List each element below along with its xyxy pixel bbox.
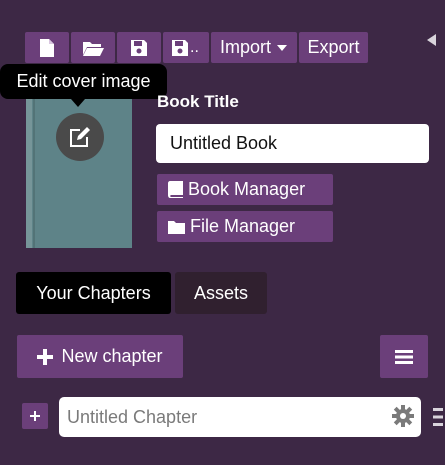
cover-spine-line [33,88,35,248]
book-title-label: Book Title [157,92,239,111]
chapters-menu-button[interactable] [380,335,428,378]
save-as-button[interactable]: .. [163,32,209,63]
edit-cover-tooltip: Edit cover image [0,64,167,99]
plus-icon [30,411,40,421]
import-label: Import [219,37,271,57]
cover-spine [26,88,32,248]
file-manager-label: File Manager [190,216,296,236]
book-icon [168,181,183,198]
book-cover[interactable] [26,88,132,248]
add-subchapter-button[interactable] [22,403,48,429]
folder-icon [168,220,185,234]
save-icon [131,39,147,56]
drag-handle-icon[interactable] [431,406,443,428]
chapter-title-input[interactable] [59,397,421,437]
book-manager-button[interactable]: Book Manager [157,174,333,205]
file-manager-button[interactable]: File Manager [157,211,333,242]
tooltip-tail [71,99,85,107]
save-as-icon [172,39,188,56]
new-chapter-button[interactable]: New chapter [17,335,183,378]
save-as-suffix: .. [190,38,199,56]
gear-icon[interactable] [392,405,414,427]
hamburger-icon [395,349,413,364]
plus-icon [37,348,54,365]
save-button[interactable] [117,32,161,63]
export-label: Export [307,37,360,57]
export-button[interactable]: Export [299,32,368,63]
new-file-button[interactable] [25,32,69,63]
open-button[interactable] [71,32,115,63]
new-file-icon [40,38,54,57]
tab-assets[interactable]: Assets [175,272,267,314]
tab-your-chapters[interactable]: Your Chapters [16,272,171,314]
edit-cover-button[interactable] [56,113,104,161]
import-dropdown[interactable]: Import [211,32,297,63]
book-manager-label: Book Manager [188,179,306,199]
edit-icon [70,127,90,147]
new-chapter-label: New chapter [61,346,163,366]
collapse-panel-icon[interactable] [427,34,436,46]
open-folder-icon [83,41,104,56]
book-title-input[interactable] [156,124,429,163]
caret-down-icon [277,44,287,51]
